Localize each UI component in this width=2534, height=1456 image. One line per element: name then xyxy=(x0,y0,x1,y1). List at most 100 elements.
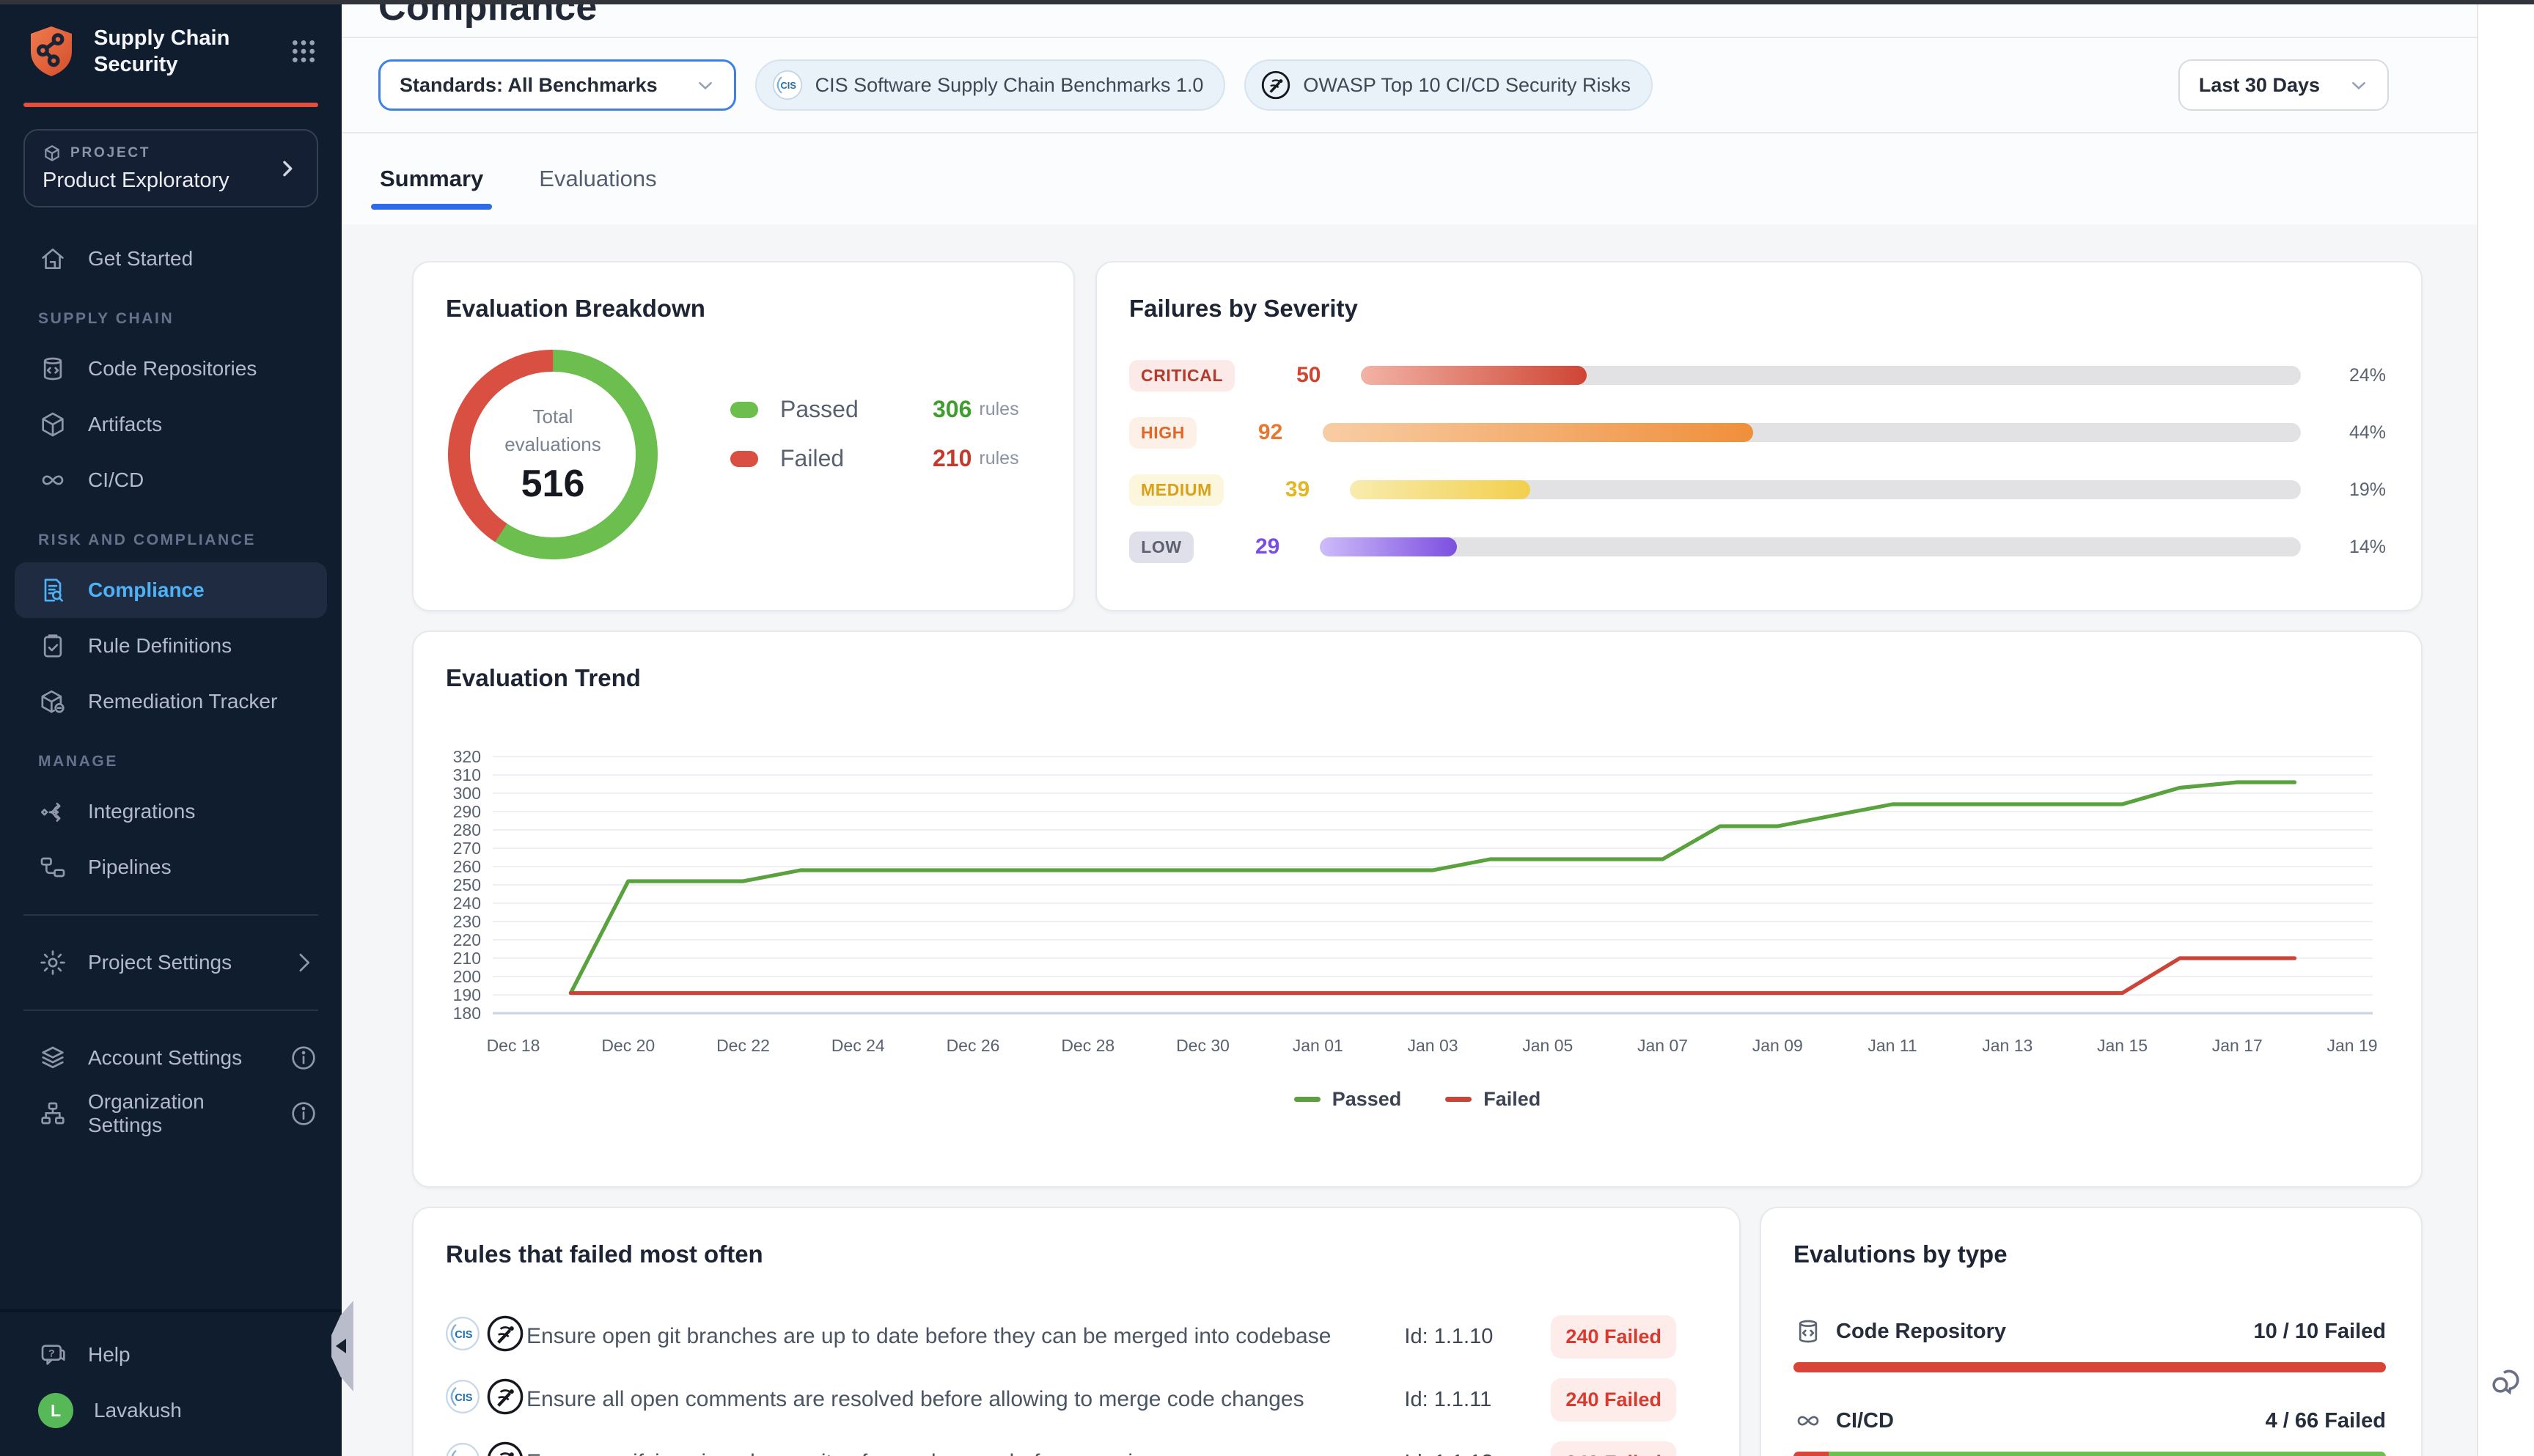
severity-count: 50 xyxy=(1296,363,1355,388)
repo-icon xyxy=(38,354,67,383)
rule-row[interactable]: CISEnsure verifying signed commits of ne… xyxy=(414,1431,1739,1456)
nav-section-label: RISK AND COMPLIANCE xyxy=(0,532,342,549)
divider xyxy=(23,914,318,916)
sidebar-item-label: Pipelines xyxy=(88,856,172,879)
severity-bar-fill xyxy=(1361,366,1587,385)
sidebar-item-label: Integrations xyxy=(88,800,195,823)
date-range-select[interactable]: Last 30 Days xyxy=(2178,59,2389,111)
infinity-icon xyxy=(1793,1406,1823,1435)
nav-section-label: MANAGE xyxy=(0,753,342,771)
project-name: Product Exploratory xyxy=(43,169,276,193)
failed-segment xyxy=(1793,1362,2386,1372)
tab-summary[interactable]: Summary xyxy=(380,133,483,224)
type-label: Code Repository xyxy=(1836,1320,2006,1344)
sidebar-nav: Get StartedSUPPLY CHAINCode Repositories… xyxy=(0,231,342,1309)
sidebar-item-organization-settings[interactable]: Organization Settings xyxy=(0,1086,342,1141)
page-title: Compliance xyxy=(342,4,2477,29)
sidebar-item-integrations[interactable]: Integrations xyxy=(0,784,342,839)
rule-standard-icons: CIS xyxy=(444,1377,526,1422)
evaluations-donut-chart: Total evaluations 516 xyxy=(446,348,660,562)
helpchat-icon: ? xyxy=(38,1340,67,1369)
legend-unit: rules xyxy=(979,399,1018,420)
svg-text:CIS: CIS xyxy=(455,1329,473,1341)
trend-legend-passed: Passed xyxy=(1294,1088,1402,1111)
owasp-wasp-icon xyxy=(485,1377,525,1422)
evaluation-breakdown-card: Evaluation Breakdown Total evaluations 5… xyxy=(412,261,1075,611)
total-evaluations-value: 516 xyxy=(521,462,585,506)
docsearch-icon xyxy=(38,576,67,605)
sidebar-item-help[interactable]: ? Help xyxy=(0,1327,342,1383)
sidebar-item-label: Help xyxy=(88,1343,131,1367)
support-chat-icon[interactable] xyxy=(2487,1362,2525,1400)
org-icon xyxy=(38,1099,67,1128)
chevron-right-icon xyxy=(276,157,299,180)
type-row-code-repository: Code Repository10 / 10 Failed xyxy=(1793,1317,2386,1372)
type-row-head: Code Repository10 / 10 Failed xyxy=(1793,1317,2386,1346)
rule-failed-badge: 240 Failed xyxy=(1551,1378,1676,1422)
svg-text:270: 270 xyxy=(453,839,481,858)
sidebar-item-label: Compliance xyxy=(88,578,205,602)
chevr-icon xyxy=(289,948,318,977)
legend-label: Failed xyxy=(780,445,933,472)
svg-text:220: 220 xyxy=(453,930,481,949)
legend-item-failed: Failed210rules xyxy=(730,445,1019,472)
sidebar-item-code-repositories[interactable]: Code Repositories xyxy=(0,341,342,397)
svg-text:CIS: CIS xyxy=(455,1392,473,1404)
app-title: Supply ChainSecurity xyxy=(94,25,229,78)
pipelines-icon xyxy=(38,853,67,882)
sidebar-item-account-settings[interactable]: Account Settings xyxy=(0,1030,342,1086)
boxtool-icon xyxy=(38,687,67,716)
sidebar-item-get-started[interactable]: Get Started xyxy=(0,231,342,287)
sidebar-item-artifacts[interactable]: Artifacts xyxy=(0,397,342,452)
cis-logo-icon: CIS xyxy=(444,1378,481,1421)
passed-segment xyxy=(1829,1452,2386,1456)
info-icon xyxy=(289,1043,318,1073)
failed-swatch xyxy=(730,451,758,467)
svg-text:180: 180 xyxy=(453,1004,481,1023)
sidebar-item-remediation-tracker[interactable]: Remediation Tracker xyxy=(0,674,342,729)
divider xyxy=(23,1010,318,1011)
rule-row[interactable]: CISEnsure all open comments are resolved… xyxy=(414,1368,1739,1431)
rule-text: Ensure verifying signed commits of new c… xyxy=(526,1450,1404,1456)
sidebar-item-pipelines[interactable]: Pipelines xyxy=(0,839,342,895)
sidebar-item-label: Project Settings xyxy=(88,951,232,974)
tab-evaluations[interactable]: Evaluations xyxy=(539,133,656,224)
project-cube-icon xyxy=(43,144,62,163)
cis-logo-icon: CIS xyxy=(771,69,804,101)
donut-center-label: Total evaluations xyxy=(504,403,601,458)
tabs: Summary Evaluations xyxy=(342,133,2477,224)
evaluation-trend-card: Evaluation Trend 32031030029028027026025… xyxy=(412,630,2423,1188)
sidebar-item-ci-cd[interactable]: CI/CD xyxy=(0,452,342,508)
info-icon xyxy=(289,1099,318,1128)
type-label: CI/CD xyxy=(1836,1409,1894,1433)
rule-row[interactable]: CISEnsure open git branches are up to da… xyxy=(414,1305,1739,1368)
sidebar-item-label: Remediation Tracker xyxy=(88,690,277,713)
severity-row-medium: MEDIUM3919% xyxy=(1129,474,2386,506)
severity-bar-fill xyxy=(1350,480,1530,499)
type-status: 4 / 66 Failed xyxy=(2266,1409,2386,1433)
rule-standard-icons: CIS xyxy=(444,1314,526,1359)
legend-value: 210 xyxy=(933,445,972,472)
chip-cis-benchmark[interactable]: CIS CIS Software Supply Chain Benchmarks… xyxy=(755,59,1226,111)
svg-text:200: 200 xyxy=(453,967,481,986)
avatar: L xyxy=(38,1393,73,1428)
sidebar-item-project-settings[interactable]: Project Settings xyxy=(0,935,342,990)
legend-item-passed: Passed306rules xyxy=(730,396,1019,423)
standards-filter-select[interactable]: Standards: All Benchmarks xyxy=(378,59,736,111)
rules-failed-card: Rules that failed most often CISEnsure o… xyxy=(412,1207,1741,1456)
svg-text:Jan 03: Jan 03 xyxy=(1407,1036,1458,1055)
svg-text:Jan 07: Jan 07 xyxy=(1637,1036,1688,1055)
sidebar-item-label: Rule Definitions xyxy=(88,634,232,658)
cube-icon xyxy=(38,410,67,439)
sidebar-footer: ? Help LLavakush xyxy=(0,1309,342,1456)
project-selector[interactable]: PROJECT Product Exploratory xyxy=(23,129,318,207)
chip-owasp[interactable]: OWASP Top 10 CI/CD Security Risks xyxy=(1244,59,1653,111)
svg-text:Dec 24: Dec 24 xyxy=(831,1036,885,1055)
svg-text:260: 260 xyxy=(453,857,481,876)
user-menu[interactable]: LLavakush xyxy=(0,1383,342,1438)
sidebar-item-compliance[interactable]: Compliance xyxy=(15,562,327,618)
evaluation-trend-chart: 3203103002902802702602502402302202102001… xyxy=(422,730,2417,1079)
app-grid-icon[interactable] xyxy=(289,37,318,66)
legend-dash xyxy=(1445,1097,1472,1102)
sidebar-item-rule-definitions[interactable]: Rule Definitions xyxy=(0,618,342,674)
